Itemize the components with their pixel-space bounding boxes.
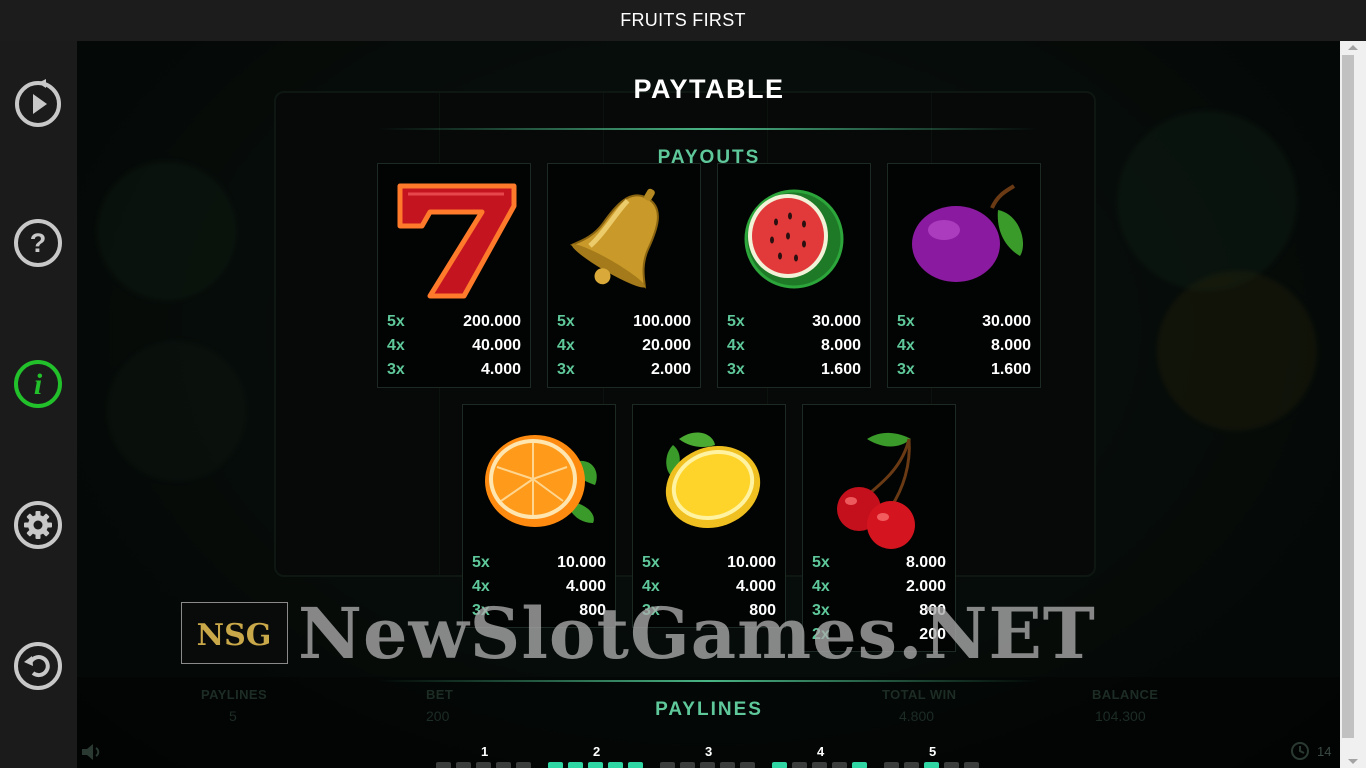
payout-row: 3x 1.600: [897, 361, 1031, 378]
payline-grid: [436, 762, 536, 768]
watermark-logo: NSG: [181, 602, 288, 664]
divider: [378, 128, 1038, 130]
payout-row: 5x 10.000: [642, 554, 776, 571]
settings-button[interactable]: [13, 500, 63, 550]
bell-icon: [570, 188, 659, 289]
watermelon-icon: [744, 189, 844, 289]
svg-text:NSG: NSG: [197, 618, 272, 653]
svg-text:i: i: [34, 368, 43, 401]
info-icon: i: [14, 360, 62, 408]
gear-icon: [14, 501, 62, 549]
symbol-card-watermelon: 5x 30.000 4x 8.000 3x 1.600: [717, 163, 871, 388]
clock-text: 14: [1317, 744, 1332, 759]
payout-row: 3x 4.000: [387, 361, 521, 378]
payline-number: 2: [593, 744, 601, 759]
clock-icon: [1291, 742, 1309, 760]
payout-row: 4x 40.000: [387, 337, 521, 354]
sound-icon[interactable]: [80, 742, 104, 762]
payout-row: 4x 8.000: [897, 337, 1031, 354]
watermark: NSG NewSlotGames.NET: [181, 592, 1181, 675]
help-button[interactable]: ?: [13, 218, 63, 268]
paylines-title: PAYLINES: [655, 699, 763, 720]
paylines-value: 5: [229, 708, 237, 724]
svg-text:?: ?: [30, 228, 47, 258]
paytable-title: PAYTABLE: [633, 74, 785, 104]
scroll-down-arrow[interactable]: [1348, 759, 1358, 764]
window-title: FRUITS FIRST: [0, 0, 1366, 41]
payout-row: 5x 8.000: [812, 554, 946, 571]
back-button[interactable]: [13, 641, 63, 691]
payline-grid: [660, 762, 760, 768]
payout-row: 5x 200.000: [387, 313, 521, 330]
divider: [378, 680, 1038, 682]
payout-row: 4x 20.000: [557, 337, 691, 354]
cherry-icon: [837, 432, 915, 549]
autoplay-icon: [15, 79, 61, 127]
lemon-icon: [665, 432, 761, 529]
sidebar: ? i: [0, 41, 77, 768]
payout-row: 5x 10.000: [472, 554, 606, 571]
symbol-card-seven: 5x 200.000 4x 40.000 3x 4.000: [377, 163, 531, 388]
payout-row: 3x 1.600: [727, 361, 861, 378]
payline-number: 5: [929, 744, 937, 759]
plum-icon: [912, 184, 1024, 282]
payout-row: 4x 8.000: [727, 337, 861, 354]
payline-grid: [884, 762, 984, 768]
payout-row: 3x 2.000: [557, 361, 691, 378]
autoplay-button[interactable]: [13, 77, 63, 127]
back-icon: [14, 642, 62, 690]
scroll-thumb[interactable]: [1342, 55, 1354, 738]
payline-grid: [548, 762, 648, 768]
scroll-up-arrow[interactable]: [1348, 45, 1358, 50]
paylines-label: PAYLINES: [201, 687, 268, 702]
payline-number: 1: [481, 744, 489, 759]
scrollbar[interactable]: [1340, 41, 1366, 768]
symbol-card-plum: 5x 30.000 4x 8.000 3x 1.600: [887, 163, 1041, 388]
payline-grid: [772, 762, 872, 768]
orange-icon: [485, 435, 597, 527]
help-icon: ?: [14, 219, 62, 267]
payout-row: 5x 30.000: [897, 313, 1031, 330]
payout-row: 5x 30.000: [727, 313, 861, 330]
payline-number: 3: [705, 744, 713, 759]
info-button[interactable]: i: [13, 359, 63, 409]
payout-row: 5x 100.000: [557, 313, 691, 330]
watermark-text: NewSlotGames.NET: [298, 592, 1096, 675]
symbol-card-bell: 5x 100.000 4x 20.000 3x 2.000: [547, 163, 701, 388]
seven-icon: [397, 183, 517, 299]
payline-number: 4: [817, 744, 825, 759]
